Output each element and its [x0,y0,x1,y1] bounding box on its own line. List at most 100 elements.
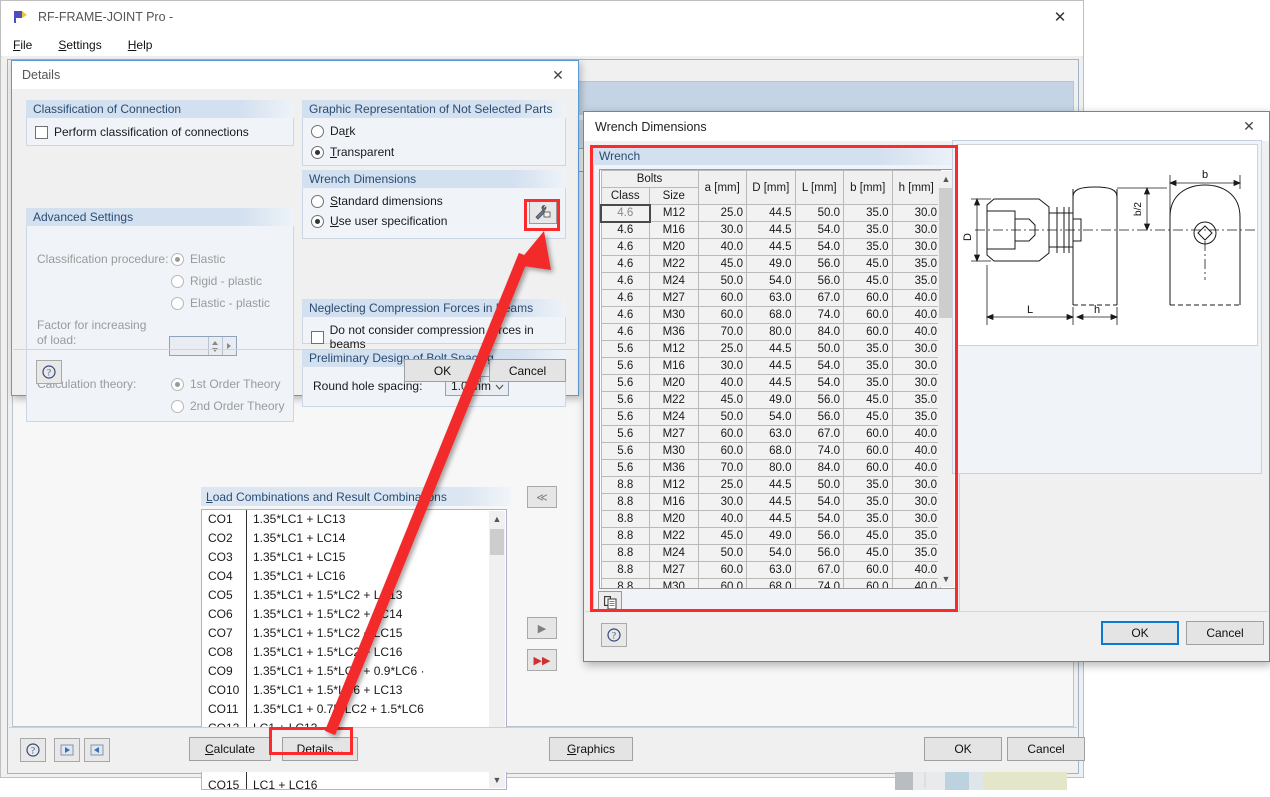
transfer-remove-all-button[interactable]: ≪ [527,486,557,508]
table-row[interactable]: 4.6 M22 45.0 49.0 56.0 45.0 35.0 [600,255,941,273]
help-icon[interactable]: ? [20,738,46,762]
load-combination-row[interactable]: CO1 1.35*LC1 + LC13 [202,510,506,529]
application-close-button[interactable]: ✕ [1037,1,1083,32]
table-cell[interactable]: 63.0 [746,561,796,579]
table-cell[interactable]: 40.0 [891,289,941,307]
table-cell[interactable]: 4.6 [600,238,650,256]
table-row[interactable]: 8.8 M27 60.0 63.0 67.0 60.0 40.0 [600,561,941,579]
table-row[interactable]: 5.6 M20 40.0 44.5 54.0 35.0 30.0 [600,374,941,392]
table-cell[interactable]: 68.0 [746,442,796,460]
table-cell[interactable]: 40.0 [891,561,941,579]
table-row[interactable]: 8.8 M20 40.0 44.5 54.0 35.0 30.0 [600,510,941,528]
table-cell[interactable]: 25.0 [697,340,747,358]
neglect-compression-checkbox[interactable] [311,330,324,344]
table-cell[interactable]: 49.0 [746,527,796,545]
table-cell[interactable]: M12 [649,204,699,222]
table-cell[interactable]: 80.0 [746,323,796,341]
table-cell[interactable]: 60.0 [843,289,893,307]
table-cell[interactable]: 68.0 [746,306,796,324]
load-combination-row[interactable]: CO15 LC1 + LC16 [202,776,506,789]
table-row[interactable]: 8.8 M24 50.0 54.0 56.0 45.0 35.0 [600,544,941,562]
table-cell[interactable]: 63.0 [746,289,796,307]
table-cell[interactable]: 40.0 [697,374,747,392]
module-cancel-button[interactable]: Cancel [1007,737,1085,761]
table-cell[interactable]: 56.0 [794,272,844,290]
load-combination-row[interactable]: CO8 1.35*LC1 + 1.5*LC2 + LC16 [202,643,506,662]
table-cell[interactable]: 67.0 [794,425,844,443]
table-cell[interactable]: 30.0 [891,493,941,511]
table-cell[interactable]: 30.0 [697,221,747,239]
load-combination-row[interactable]: CO7 1.35*LC1 + 1.5*LC2 + LC15 [202,624,506,643]
table-cell[interactable]: 70.0 [697,459,747,477]
wrench-ok-button[interactable]: OK [1101,621,1179,645]
table-row[interactable]: 4.6 M30 60.0 68.0 74.0 60.0 40.0 [600,306,941,324]
table-cell[interactable]: 68.0 [746,578,796,588]
table-cell[interactable]: 44.5 [746,357,796,375]
table-cell[interactable]: 30.0 [697,357,747,375]
table-cell[interactable]: 8.8 [600,493,650,511]
table-cell[interactable]: M20 [649,510,699,528]
details-help-icon[interactable]: ? [36,360,62,384]
next-icon[interactable] [84,738,110,762]
table-cell[interactable]: 8.8 [600,544,650,562]
scroll-down-icon[interactable]: ▼ [938,571,954,587]
table-cell[interactable]: 40.0 [697,510,747,528]
table-cell[interactable]: 35.0 [843,357,893,375]
wrench-help-icon[interactable]: ? [601,623,627,647]
table-cell[interactable]: 40.0 [891,323,941,341]
table-cell[interactable]: 25.0 [697,476,747,494]
table-cell[interactable]: 49.0 [746,391,796,409]
table-cell[interactable]: 30.0 [891,476,941,494]
table-cell[interactable]: 8.8 [600,578,650,588]
table-cell[interactable]: 30.0 [891,204,941,222]
table-cell[interactable]: 5.6 [600,357,650,375]
table-cell[interactable]: 74.0 [794,442,844,460]
table-cell[interactable]: 60.0 [843,323,893,341]
table-cell[interactable]: 5.6 [600,442,650,460]
table-cell[interactable]: 54.0 [794,357,844,375]
table-cell[interactable]: 35.0 [891,391,941,409]
table-cell[interactable]: 56.0 [794,255,844,273]
table-cell[interactable]: M27 [649,561,699,579]
table-cell[interactable]: M16 [649,357,699,375]
scroll-up-icon[interactable]: ▲ [489,511,505,527]
table-cell[interactable]: 50.0 [794,340,844,358]
copy-button[interactable] [598,591,622,613]
table-cell[interactable]: 60.0 [843,442,893,460]
table-cell[interactable]: 60.0 [843,561,893,579]
table-cell[interactable]: 50.0 [794,476,844,494]
table-row[interactable]: 8.8 M16 30.0 44.5 54.0 35.0 30.0 [600,493,941,511]
table-cell[interactable]: M27 [649,425,699,443]
details-dialog-close-button[interactable]: ✕ [538,61,578,89]
table-cell[interactable]: 35.0 [843,510,893,528]
table-cell[interactable]: 49.0 [746,255,796,273]
table-cell[interactable]: M16 [649,221,699,239]
scrollbar-thumb[interactable] [939,188,953,318]
table-row[interactable]: 8.8 M30 60.0 68.0 74.0 60.0 40.0 [600,578,941,588]
table-cell[interactable]: 54.0 [746,408,796,426]
table-cell[interactable]: 54.0 [794,493,844,511]
table-row[interactable]: 5.6 M30 60.0 68.0 74.0 60.0 40.0 [600,442,941,460]
table-cell[interactable]: 40.0 [891,459,941,477]
table-cell[interactable]: 30.0 [891,374,941,392]
radio-2nd-order-theory[interactable] [171,399,184,413]
wrench-option-standard[interactable]: Standard dimensions [311,194,443,208]
table-cell[interactable]: 80.0 [746,459,796,477]
table-cell[interactable]: M36 [649,323,699,341]
table-cell[interactable]: M27 [649,289,699,307]
table-cell[interactable]: M30 [649,578,699,588]
radio-elastic-plastic[interactable] [171,296,184,310]
load-combination-row[interactable]: CO5 1.35*LC1 + 1.5*LC2 + LC13 [202,586,506,605]
load-combination-row[interactable]: CO11 1.35*LC1 + 0.75*LC2 + 1.5*LC6 [202,700,506,719]
table-cell[interactable]: 5.6 [600,459,650,477]
table-cell[interactable]: 35.0 [843,476,893,494]
table-row[interactable]: 4.6 M24 50.0 54.0 56.0 45.0 35.0 [600,272,941,290]
table-cell[interactable]: 35.0 [891,408,941,426]
table-cell[interactable]: 45.0 [697,527,747,545]
table-cell[interactable]: 63.0 [746,425,796,443]
load-combination-row[interactable]: CO6 1.35*LC1 + 1.5*LC2 + LC14 [202,605,506,624]
table-cell[interactable]: 35.0 [843,204,893,222]
table-cell[interactable]: 8.8 [600,527,650,545]
procedure-option-rigid-plastic[interactable]: Rigid - plastic [171,274,262,288]
table-cell[interactable]: 45.0 [843,391,893,409]
